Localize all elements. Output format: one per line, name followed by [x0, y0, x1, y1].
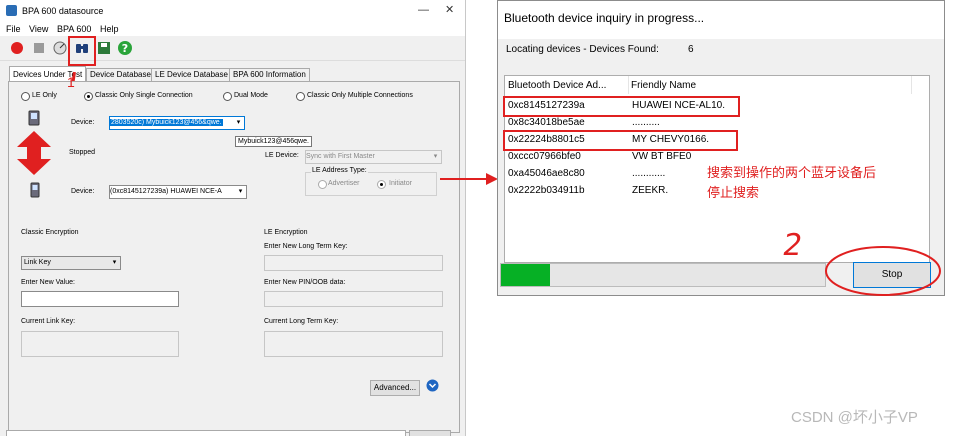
enter-pin-label: Enter New PIN/OOB data:	[264, 279, 346, 286]
current-ltk-field	[264, 331, 443, 357]
current-link-key-field	[21, 331, 179, 357]
pin-oob-input[interactable]	[264, 291, 443, 307]
highlight-box-row-3	[503, 130, 738, 151]
ltk-input[interactable]	[264, 255, 443, 271]
radio-le-only-label: LE Only	[32, 92, 57, 99]
device-row-address[interactable]: 0xa45046ae8c80	[508, 165, 585, 182]
link-key-combo-value: Link Key	[24, 259, 51, 266]
stop-square-icon	[34, 43, 44, 53]
advanced-button[interactable]: Advanced...	[370, 380, 420, 396]
status-bar	[6, 430, 406, 436]
status-bar-button[interactable]	[409, 430, 451, 436]
locating-label: Locating devices - Devices Found:	[506, 44, 659, 55]
gauge-icon	[53, 41, 67, 55]
classic-encryption-label: Classic Encryption	[21, 229, 79, 236]
radio-dual-mode[interactable]	[223, 92, 232, 101]
menu-view[interactable]: View	[29, 24, 48, 34]
chevron-down-icon: ▾	[238, 188, 243, 195]
device2-label: Device:	[71, 188, 95, 195]
device-row-name[interactable]: ............	[632, 165, 665, 182]
settings-tool-button[interactable]	[52, 40, 68, 56]
radio-classic-single-label: Classic Only Single Connection	[95, 92, 193, 99]
svg-text:?: ?	[122, 42, 128, 55]
column-header-address[interactable]: Bluetooth Device Ad...	[505, 76, 629, 94]
device-row-address[interactable]: 0x2222b034911b	[508, 182, 585, 199]
callout-arrow-icon	[440, 173, 498, 185]
radio-classic-multiple-label: Classic Only Multiple Connections	[307, 92, 413, 99]
inquiry-progress-bar	[500, 263, 826, 287]
device1-tooltip: Mybuick123@456qwe.	[235, 136, 312, 147]
highlight-box-row-1	[503, 96, 740, 117]
radio-advertiser-label: Advertiser	[328, 180, 360, 187]
le-device-combo[interactable]: Sync with First Master ▾	[305, 150, 442, 164]
progress-fill	[501, 264, 550, 286]
swap-arrow-icon	[17, 131, 51, 177]
record-icon	[11, 42, 23, 54]
radio-classic-multiple[interactable]	[296, 92, 305, 101]
stop-record-button[interactable]	[31, 40, 47, 56]
device2-combo[interactable]: (0xc8145127239a) HUAWEI NCE-A ▾	[109, 185, 247, 199]
help-icon: ?	[118, 41, 132, 55]
device1-combo-value: 2803520c) Mybuick123@456&qwe.	[110, 119, 223, 126]
menu-bpa600[interactable]: BPA 600	[57, 24, 91, 34]
link-key-combo[interactable]: Link Key ▾	[21, 256, 121, 270]
device-row-name[interactable]: ZEEKR.	[632, 182, 668, 199]
annotation-one: 1	[67, 74, 75, 90]
record-button[interactable]	[9, 40, 25, 56]
main-window: BPA 600 datasource — ✕ File View BPA 600…	[0, 0, 466, 436]
annotation-note-line2: 停止搜索	[707, 185, 760, 200]
chevron-down-icon: ▾	[236, 119, 241, 126]
new-value-input[interactable]	[21, 291, 179, 307]
radio-dual-mode-label: Dual Mode	[234, 92, 268, 99]
help-button[interactable]: ?	[117, 40, 133, 56]
close-icon[interactable]: ✕	[445, 3, 454, 16]
connection-status: Stopped	[69, 149, 96, 156]
menu-help[interactable]: Help	[100, 24, 119, 34]
main-title: BPA 600 datasource	[22, 6, 104, 16]
highlight-box-binoculars	[68, 36, 96, 66]
dialog-title: Bluetooth device inquiry in progress...	[504, 11, 705, 25]
watermark: CSDN @坏小子VP	[791, 409, 918, 426]
tab-le-device-database[interactable]: LE Device Database	[151, 68, 232, 81]
chevron-down-icon: ▾	[433, 153, 438, 160]
device2-icon	[30, 182, 40, 200]
radio-classic-single[interactable]	[84, 92, 93, 101]
tab-device-database[interactable]: Device Database	[86, 68, 155, 81]
minimize-icon[interactable]: —	[418, 4, 429, 16]
radio-initiator[interactable]	[377, 180, 386, 189]
current-ltk-label: Current Long Term Key:	[264, 318, 339, 325]
enter-new-value-label: Enter New Value:	[21, 279, 75, 286]
expand-down-icon[interactable]	[426, 379, 439, 394]
device1-label: Device:	[71, 119, 95, 126]
save-icon	[98, 42, 110, 54]
menu-file[interactable]: File	[6, 24, 21, 34]
devices-found-count: 6	[688, 44, 694, 55]
device1-combo[interactable]: 2803520c) Mybuick123@456&qwe. ▾	[109, 116, 245, 130]
le-device-combo-value: Sync with First Master	[306, 153, 375, 160]
le-encryption-label: LE Encryption	[264, 229, 308, 236]
radio-le-only[interactable]	[21, 92, 30, 101]
radio-advertiser[interactable]	[318, 180, 327, 189]
le-device-label: LE Device:	[265, 152, 299, 159]
device1-icon	[28, 110, 40, 128]
radio-initiator-label: Initiator	[389, 180, 412, 187]
le-address-type-label: LE Address Type:	[311, 167, 368, 174]
column-header-name[interactable]: Friendly Name	[627, 76, 912, 94]
app-icon	[6, 5, 17, 16]
annotation-note-line1: 搜索到操作的两个蓝牙设备后	[707, 165, 877, 180]
stop-circle-annotation	[825, 246, 941, 296]
enter-ltk-label: Enter New Long Term Key:	[264, 243, 348, 250]
tab-bpa600-information[interactable]: BPA 600 Information	[229, 68, 310, 81]
current-link-key-label: Current Link Key:	[21, 318, 76, 325]
save-button[interactable]	[96, 40, 112, 56]
chevron-down-icon: ▾	[112, 259, 117, 266]
device2-combo-value: (0xc8145127239a) HUAWEI NCE-A	[110, 188, 222, 195]
